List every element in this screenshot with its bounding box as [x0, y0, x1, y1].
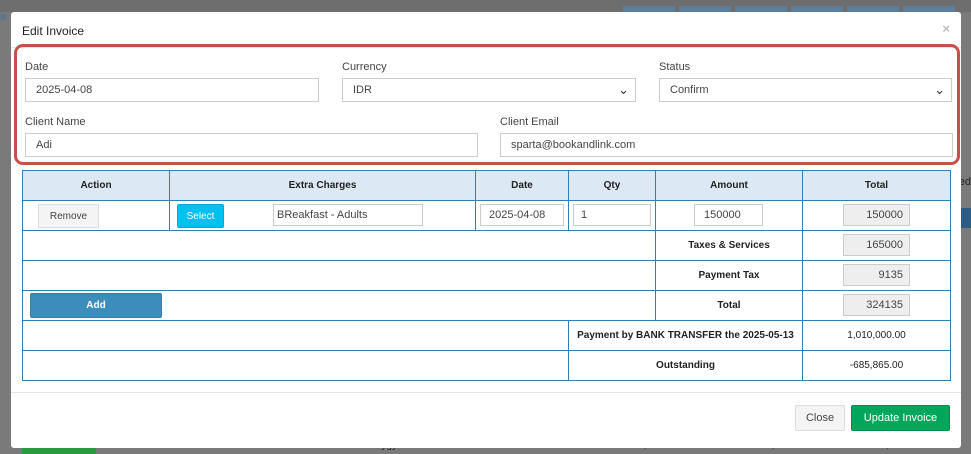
table-header-row: Action Extra Charges Date Qty Amount Tot… — [22, 170, 951, 201]
client-name-input[interactable]: Adi — [25, 133, 478, 157]
taxes-label: Taxes & Services — [655, 230, 803, 261]
qty-input[interactable]: 1 — [573, 204, 651, 226]
edit-invoice-modal: Edit Invoice × Date 2025-04-08 Currency … — [11, 12, 961, 448]
client-email-input[interactable]: sparta@bookandlink.com — [500, 133, 953, 157]
table-row: Remove Select BReakfast - Adults 2025-04… — [22, 200, 951, 231]
menu-icon: ≡ — [0, 10, 8, 24]
status-select[interactable]: Confirm ⌄ — [659, 78, 952, 102]
header-date: Date — [475, 170, 569, 201]
taxes-field: 165000 — [843, 234, 910, 256]
status-label: Status — [659, 61, 691, 73]
payment-label: Payment by BANK TRANSFER the 2025-05-13 — [568, 320, 803, 351]
close-icon[interactable]: × — [942, 21, 950, 36]
taxes-value-cell: 165000 — [802, 230, 951, 261]
extra-charges-table: Action Extra Charges Date Qty Amount Tot… — [22, 170, 951, 381]
header-total: Total — [802, 170, 951, 201]
client-name-field-group: Client Name Adi — [25, 116, 485, 157]
background-blue-block — [961, 208, 971, 228]
date-label: Date — [25, 61, 49, 73]
update-invoice-button[interactable]: Update Invoice — [851, 405, 950, 431]
date-cell: 2025-04-08 — [475, 200, 569, 231]
outstanding-spacer — [22, 350, 569, 381]
currency-label: Currency — [342, 61, 387, 73]
invoice-form-highlight: Date 2025-04-08 Currency IDR ⌄ Status Co… — [14, 44, 960, 165]
date-field-group: Date 2025-04-08 — [25, 61, 325, 102]
charge-date-input[interactable]: 2025-04-08 — [480, 204, 564, 226]
outstanding-label: Outstanding — [568, 350, 803, 381]
header-action: Action — [22, 170, 170, 201]
total-cell: 150000 — [802, 200, 951, 231]
action-cell: Remove — [22, 200, 170, 231]
payment-tax-value-cell: 9135 — [802, 260, 951, 291]
date-input[interactable]: 2025-04-08 — [25, 78, 319, 102]
status-field-group: Status Confirm ⌄ — [659, 61, 959, 102]
modal-footer: Close Update Invoice — [11, 392, 961, 448]
outstanding-row: Outstanding -685,865.00 — [22, 350, 951, 381]
extra-charges-cell: Select BReakfast - Adults — [169, 200, 476, 231]
modal-title: Edit Invoice — [22, 24, 85, 38]
currency-field-group: Currency IDR ⌄ — [342, 61, 642, 102]
charge-name-input[interactable]: BReakfast - Adults — [273, 204, 423, 226]
taxes-row: Taxes & Services 165000 — [22, 230, 951, 261]
header-extra-charges: Extra Charges — [169, 170, 476, 201]
payment-spacer — [22, 320, 569, 351]
grand-total-field: 324135 — [843, 294, 910, 316]
payment-tax-field: 9135 — [843, 264, 910, 286]
payment-row: Payment by BANK TRANSFER the 2025-05-13 … — [22, 320, 951, 351]
amount-cell: 150000 — [655, 200, 803, 231]
payment-tax-spacer — [22, 260, 656, 291]
header-qty: Qty — [568, 170, 656, 201]
client-name-label: Client Name — [25, 116, 86, 128]
client-email-field-group: Client Email sparta@bookandlink.com — [500, 116, 960, 157]
add-cell: Add — [22, 290, 656, 321]
currency-select-value: IDR — [353, 84, 372, 96]
remove-button[interactable]: Remove — [38, 204, 99, 228]
total-label: Total — [655, 290, 803, 321]
payment-tax-label: Payment Tax — [655, 260, 803, 291]
chevron-down-icon: ⌄ — [618, 82, 629, 97]
total-value-cell: 324135 — [802, 290, 951, 321]
outstanding-value: -685,865.00 — [802, 350, 951, 381]
add-button[interactable]: Add — [30, 293, 162, 318]
status-select-value: Confirm — [670, 84, 709, 96]
header-amount: Amount — [655, 170, 803, 201]
payment-tax-row: Payment Tax 9135 — [22, 260, 951, 291]
payment-value: 1,010,000.00 — [802, 320, 951, 351]
currency-select[interactable]: IDR ⌄ — [342, 78, 636, 102]
select-button[interactable]: Select — [177, 204, 224, 228]
row-total-field: 150000 — [843, 204, 910, 226]
taxes-spacer — [22, 230, 656, 261]
add-total-row: Add Total 324135 — [22, 290, 951, 321]
modal-header: Edit Invoice × — [11, 12, 961, 48]
client-email-label: Client Email — [500, 116, 559, 128]
amount-input[interactable]: 150000 — [694, 204, 763, 226]
chevron-down-icon: ⌄ — [934, 82, 945, 97]
qty-cell: 1 — [568, 200, 656, 231]
close-button[interactable]: Close — [795, 405, 845, 431]
